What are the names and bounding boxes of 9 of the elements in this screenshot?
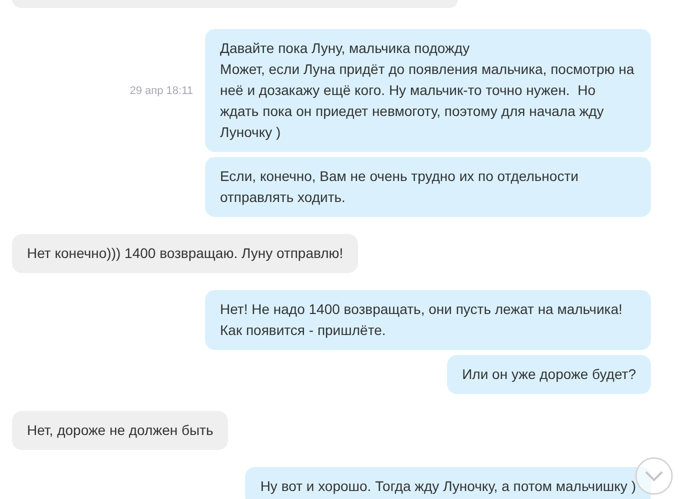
message-bubble: Давайте пока Луну, мальчика подожду Может, если Луна придёт до появления мальчика, посмотрю на неё и дозакажу ещё кого. Ну мальчик-то точно нужен. Но ждать пока он приедет невмоготу, поэтому для начала жду Луночку ) (205, 29, 651, 152)
message-bubble: Ну вот и хорошо. Тогда жду Луночку, а потом мальчишку ) (245, 467, 651, 499)
scroll-down-icon[interactable] (635, 457, 673, 495)
message-bubble: Если, конечно, Вам не очень трудно их по отдельности отправлять ходить. (205, 157, 651, 217)
message-bubble: Нет конечно))) 1400 возвращаю. Луну отправлю! (12, 234, 358, 273)
message-bubble: Нет, дороже не должен быть (12, 411, 228, 450)
message-bubble: Или он уже дороже будет? (447, 355, 651, 394)
message-timestamp: 29 апр 18:11 (130, 84, 193, 96)
message-bubble: Нет! Не надо 1400 возвращать, они пусть лежат на мальчика! Как появится - пришлёте. (205, 290, 651, 350)
